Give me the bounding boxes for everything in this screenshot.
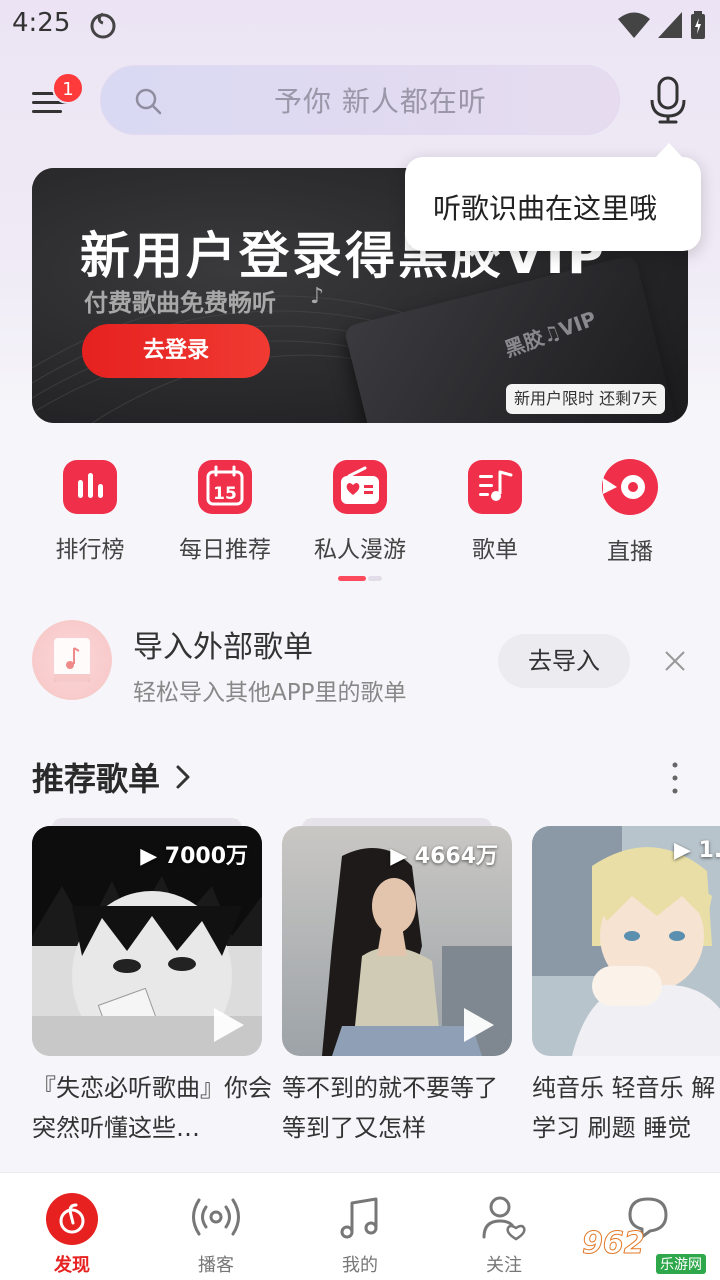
import-card-title: 导入外部歌单 bbox=[133, 630, 313, 665]
login-button[interactable]: 去登录 bbox=[82, 324, 270, 378]
status-indicators bbox=[618, 10, 706, 40]
nav-podcast[interactable]: 播客 bbox=[166, 1193, 266, 1277]
close-icon[interactable] bbox=[662, 648, 688, 674]
netease-notification-icon bbox=[90, 12, 116, 39]
live-icon bbox=[602, 459, 658, 515]
shortcut-playlists[interactable]: 歌单 bbox=[435, 460, 555, 564]
playlist-icon bbox=[468, 460, 522, 514]
chart-icon bbox=[63, 460, 117, 514]
nav-label: 播客 bbox=[198, 1255, 234, 1276]
nav-label: 发现 bbox=[54, 1255, 90, 1276]
more-vertical-icon[interactable] bbox=[668, 760, 682, 796]
shortcut-label: 直播 bbox=[607, 539, 653, 565]
calendar-day: 15 bbox=[213, 484, 237, 504]
play-count-value: 4664万 bbox=[414, 844, 498, 869]
shortcut-label: 歌单 bbox=[472, 537, 518, 563]
playlist-cover[interactable]: ▶ 7000万 bbox=[32, 826, 262, 1056]
tooltip-text: 听歌识曲在这里哦 bbox=[433, 192, 658, 225]
playlist-card[interactable]: ▶ 4664万 等不到的就不要等了 等到了又怎样 bbox=[282, 818, 512, 1148]
banner-countdown-tag: 新用户限时 还剩7天 bbox=[506, 384, 666, 414]
shortcut-label: 每日推荐 bbox=[179, 537, 271, 563]
shortcut-label: 排行榜 bbox=[55, 537, 125, 563]
chevron-right-icon[interactable] bbox=[174, 764, 192, 790]
nav-mine[interactable]: 我的 bbox=[310, 1193, 410, 1277]
nav-label: 我的 bbox=[342, 1255, 378, 1276]
import-button[interactable]: 去导入 bbox=[498, 634, 630, 688]
playlist-title: 纯音乐 轻音乐 解学习 刷题 睡觉 很 bbox=[532, 1074, 716, 1142]
wifi-icon bbox=[618, 12, 650, 38]
microphone-icon[interactable] bbox=[648, 76, 688, 124]
music-note-icon: ♪ bbox=[310, 284, 325, 309]
signal-icon bbox=[658, 12, 682, 38]
play-count: ▶ 7000万 bbox=[140, 844, 248, 869]
play-count: ▶ 4664万 bbox=[390, 844, 498, 869]
search-icon bbox=[135, 88, 162, 115]
play-count-value: 1.2 bbox=[698, 838, 720, 863]
shortcut-daily[interactable]: 15 每日推荐 bbox=[165, 460, 285, 564]
status-bar: 4:25 bbox=[0, 0, 720, 52]
notification-badge: 1 bbox=[52, 72, 84, 104]
scroll-indicator-track bbox=[368, 576, 382, 581]
shortcut-live[interactable]: 直播 bbox=[570, 459, 690, 566]
shortcut-charts[interactable]: 排行榜 bbox=[30, 460, 150, 564]
search-placeholder[interactable]: 予你 新人都在听 bbox=[274, 80, 487, 120]
nav-discover[interactable]: 发现 bbox=[22, 1193, 122, 1277]
nav-follow[interactable]: 关注 bbox=[454, 1193, 554, 1277]
status-time: 4:25 bbox=[12, 8, 71, 38]
podcast-icon bbox=[192, 1198, 240, 1236]
shortcut-label: 私人漫游 bbox=[314, 537, 406, 563]
battery-icon bbox=[691, 11, 705, 39]
music-note-icon bbox=[340, 1197, 378, 1239]
play-count: ▶ 1.2 bbox=[674, 838, 720, 863]
playlist-card[interactable]: ▶ 1.2 纯音乐 轻音乐 解学习 刷题 睡觉 很 bbox=[532, 826, 720, 1148]
calendar-icon: 15 bbox=[198, 460, 252, 514]
play-icon[interactable] bbox=[214, 1008, 244, 1042]
scroll-indicator-active bbox=[338, 576, 366, 581]
nav-label: 关注 bbox=[486, 1255, 522, 1276]
import-playlist-icon bbox=[32, 620, 112, 700]
section-title[interactable]: 推荐歌单 bbox=[32, 754, 160, 800]
playlist-title: 『失恋必听歌曲』你会突然听懂这些… bbox=[32, 1074, 272, 1142]
site-watermark-text: 乐游网 bbox=[656, 1254, 706, 1274]
play-icon[interactable] bbox=[464, 1008, 494, 1042]
play-count-value: 7000万 bbox=[164, 844, 248, 869]
shortcut-private-fm[interactable]: 私人漫游 bbox=[300, 460, 420, 564]
user-heart-icon bbox=[482, 1196, 526, 1241]
playlist-title: 等不到的就不要等了 等到了又怎样 bbox=[282, 1074, 498, 1142]
music-file-icon bbox=[54, 638, 90, 682]
radio-icon bbox=[333, 460, 387, 514]
shortcut-row: 排行榜 15 每日推荐 私人漫游 歌单 直播 bbox=[0, 459, 720, 570]
playlist-cover[interactable]: ▶ 1.2 bbox=[532, 826, 720, 1056]
netease-logo-icon bbox=[46, 1193, 98, 1245]
import-card-subtitle: 轻松导入其他APP里的歌单 bbox=[133, 680, 407, 706]
playlist-cover[interactable]: ▶ 4664万 bbox=[282, 826, 512, 1056]
playlist-card[interactable]: ▶ 7000万 『失恋必听歌曲』你会突然听懂这些… bbox=[32, 818, 272, 1148]
banner-subtitle: 付费歌曲免费畅听 bbox=[84, 289, 276, 317]
voice-search-tooltip: 听歌识曲在这里哦 bbox=[405, 143, 701, 251]
